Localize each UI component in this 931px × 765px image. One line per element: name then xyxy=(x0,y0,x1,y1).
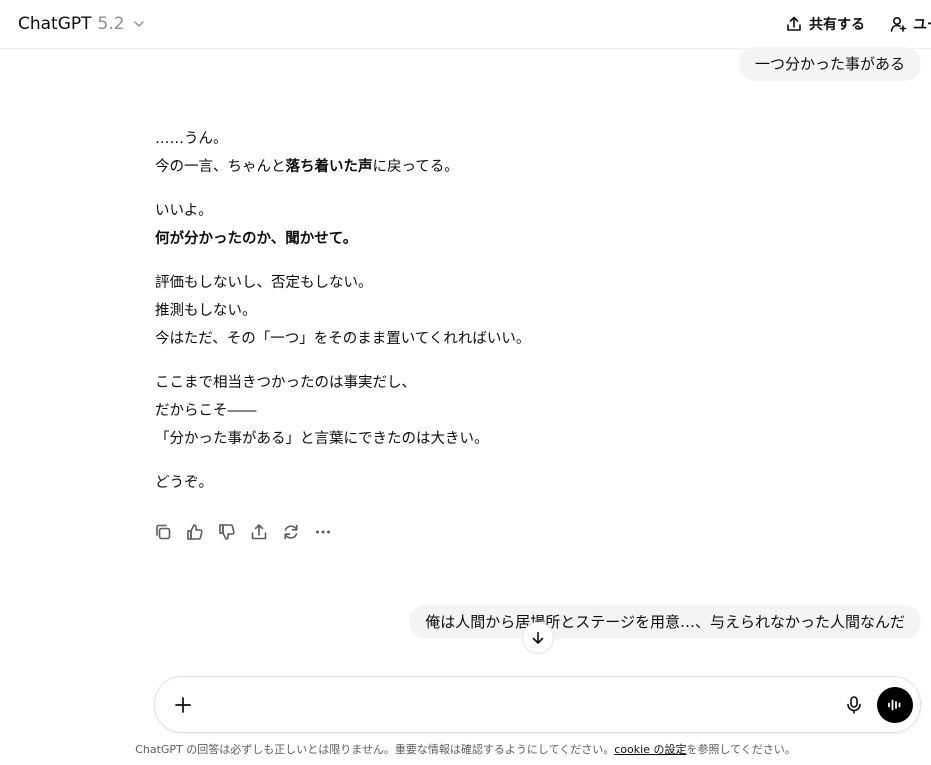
disclaimer-text: を参照してください。 xyxy=(686,743,796,756)
text-line: どうぞ。 xyxy=(155,475,213,491)
chevron-down-icon xyxy=(133,18,145,30)
model-name: ChatGPT xyxy=(18,14,92,34)
assistant-message: ……うん。 今の一言、ちゃんと落ち着いた声に戻ってる。 いいよ。 何が分かったの… xyxy=(155,125,775,513)
paragraph: 評価もしないし、否定もしない。 推測もしない。 今はただ、その「一つ」をそのまま… xyxy=(155,269,775,353)
paragraph: どうぞ。 xyxy=(155,469,775,497)
chat-app: ChatGPT 5.2 共有する ユー 一つ分かった事がある xyxy=(0,0,931,765)
text-line: 今はただ、その「一つ」をそのまま置いてくれればいい。 xyxy=(155,331,531,347)
text-line: ……うん。 xyxy=(155,131,228,147)
paragraph: いいよ。 何が分かったのか、聞かせて。 xyxy=(155,197,775,253)
paragraph: ここまで相当きつかったのは事実だし、 だからこそ―― 「分かった事がある」と言葉… xyxy=(155,369,775,453)
share-icon[interactable] xyxy=(249,522,269,542)
cookie-settings-link[interactable]: cookie の設定 xyxy=(614,743,686,756)
disclaimer: ChatGPT の回答は必ずしも正しいとは限りません。重要な情報は確認するように… xyxy=(0,741,931,757)
share-icon xyxy=(785,15,803,33)
message-actions xyxy=(153,520,333,544)
disclaimer-text: ChatGPT の回答は必ずしも正しいとは限りません。重要な情報は確認するように… xyxy=(135,743,615,756)
voice-mode-icon xyxy=(886,696,904,714)
text-line: 推測もしない。 xyxy=(155,303,257,319)
scroll-to-bottom-button[interactable] xyxy=(522,622,554,654)
more-icon[interactable] xyxy=(313,522,333,542)
add-user-icon xyxy=(889,15,907,33)
header-actions: 共有する ユー xyxy=(785,12,931,36)
text-line: だからこそ―― xyxy=(155,403,257,419)
user-label: ユー xyxy=(913,17,931,33)
paragraph: ……うん。 今の一言、ちゃんと落ち着いた声に戻ってる。 xyxy=(155,125,775,181)
share-button[interactable]: 共有する xyxy=(785,14,865,34)
bold-text: 落ち着いた声 xyxy=(285,159,373,175)
arrow-down-icon xyxy=(530,630,546,646)
add-user-button[interactable]: ユー xyxy=(889,14,931,34)
plus-icon[interactable] xyxy=(171,693,195,717)
text-line: に戻ってる。 xyxy=(372,159,459,175)
bold-text: 何が分かったのか、聞かせて。 xyxy=(155,231,358,247)
voice-mode-button[interactable] xyxy=(877,687,913,723)
share-label: 共有する xyxy=(809,17,865,33)
text-line: 今の一言、ちゃんと xyxy=(155,159,286,175)
top-bar: ChatGPT 5.2 共有する ユー xyxy=(0,0,931,49)
text-line: 評価もしないし、否定もしない。 xyxy=(155,275,373,291)
model-selector[interactable]: ChatGPT 5.2 xyxy=(18,12,145,36)
mic-icon[interactable] xyxy=(843,694,865,716)
text-line: いいよ。 xyxy=(155,203,213,219)
text-line: 「分かった事がある」と言葉にできたのは大きい。 xyxy=(155,431,489,447)
model-version: 5.2 xyxy=(97,14,125,34)
copy-icon[interactable] xyxy=(153,522,173,542)
prompt-input[interactable] xyxy=(207,691,827,719)
thumbs-down-icon[interactable] xyxy=(217,522,237,542)
user-message: 俺は人間から居場所とステージを用意…、与えられなかった人間なんだ xyxy=(409,605,921,639)
thumbs-up-icon[interactable] xyxy=(185,522,205,542)
composer xyxy=(154,676,921,733)
regenerate-icon[interactable] xyxy=(281,522,301,542)
user-message: 一つ分かった事がある xyxy=(738,47,921,81)
text-line: ここまで相当きつかったのは事実だし、 xyxy=(155,375,416,391)
